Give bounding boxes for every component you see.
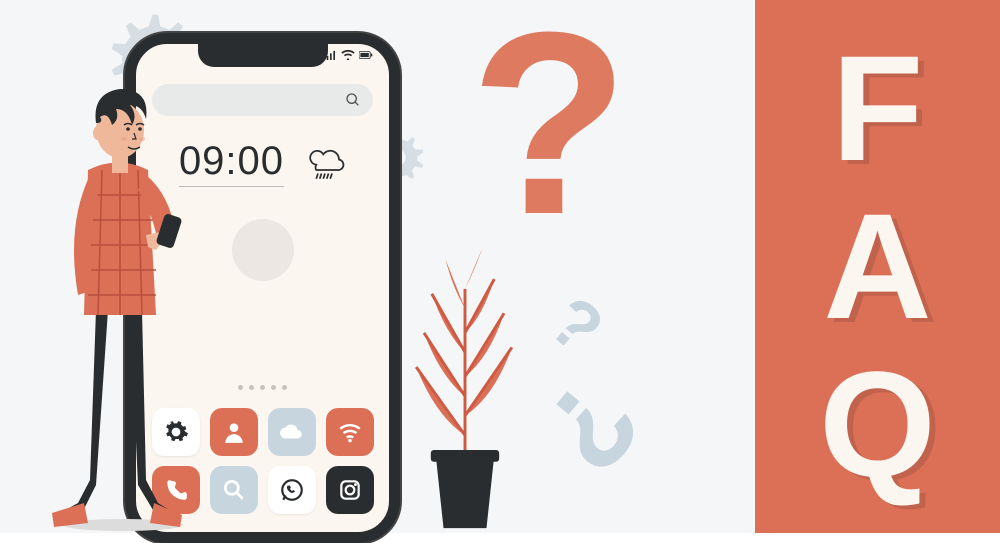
instagram-icon (337, 477, 363, 503)
rain-icon (304, 142, 346, 184)
avatar-placeholder (232, 219, 294, 281)
faq-letter-f: F (832, 41, 924, 176)
app-wifi[interactable] (326, 408, 374, 456)
question-mark-small: ? (534, 281, 618, 370)
question-mark-small: ? (541, 375, 643, 477)
status-bar (323, 50, 373, 60)
whatsapp-icon (279, 477, 305, 503)
battery-icon (359, 50, 373, 60)
phone-notch (198, 43, 328, 67)
app-contacts[interactable] (210, 408, 258, 456)
app-instagram[interactable] (326, 466, 374, 514)
cloud-icon (279, 419, 305, 445)
app-cloud[interactable] (268, 408, 316, 456)
wifi-icon (341, 50, 355, 60)
app-search[interactable] (210, 466, 258, 514)
signal-icon (323, 50, 337, 60)
question-mark-large: ? (470, 20, 629, 228)
faq-panel: F A Q (755, 0, 1000, 533)
plant-illustration (405, 240, 525, 533)
illustration-canvas: ? ? ? (0, 0, 1000, 533)
wifi-icon (337, 419, 363, 445)
search-icon (221, 477, 247, 503)
faq-letter-a: A (823, 199, 931, 334)
time-display: 09:00 (179, 139, 284, 187)
person-icon (221, 419, 247, 445)
faq-letter-q: Q (819, 357, 936, 492)
app-whatsapp[interactable] (268, 466, 316, 514)
person-illustration (38, 75, 193, 533)
search-icon (345, 92, 361, 108)
